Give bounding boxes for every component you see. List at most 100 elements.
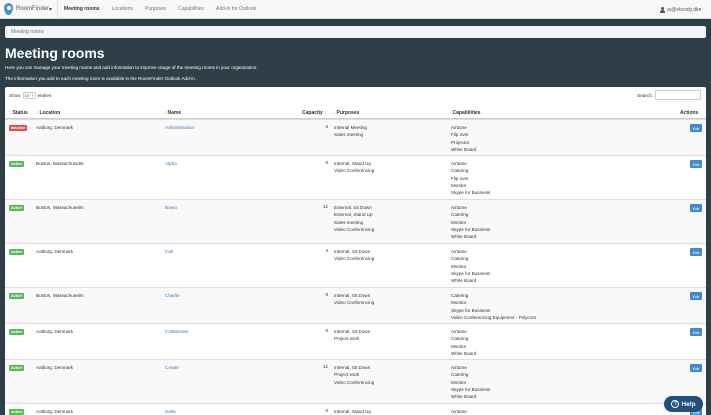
edit-room-button[interactable]: Edit <box>690 292 702 300</box>
room-capacity: 12 <box>322 364 328 369</box>
purpose-item: Internal, Sit Down <box>334 329 371 334</box>
room-capabilities: Airtame Catering Monitor Skype for Business… <box>451 364 490 400</box>
room-capabilities: Airtame Catering Monitor White Board <box>451 328 476 357</box>
room-location: Aalborg, Denmark <box>36 249 74 254</box>
table-row: Active Boston, Massachusetts Bravo 12 Extern… <box>5 199 706 243</box>
entries-label: entries <box>37 93 52 98</box>
status-badge: Active <box>9 249 25 255</box>
capability-item: Catering <box>451 372 469 378</box>
edit-room-button[interactable]: Edit <box>690 160 702 168</box>
room-capacity: 12 <box>322 204 328 209</box>
edit-room-button[interactable]: Edit <box>690 204 702 212</box>
nav-capabilities[interactable]: Capabilities <box>172 0 210 19</box>
capability-item: Airtame <box>451 329 467 334</box>
sort-icon: ↕ <box>333 110 336 116</box>
room-purposes: Internal, Sit Down Project work <box>334 328 370 343</box>
room-name-link[interactable]: Bravo <box>165 204 177 211</box>
user-menu[interactable]: jo@ekcody.dk ▾ <box>660 0 701 19</box>
help-button[interactable]: ? Help <box>664 396 703 412</box>
purpose-item: Video Conferencing <box>334 168 375 174</box>
table-row: Active Aalborg, Denmark Delta 6 Internal, St… <box>5 403 706 415</box>
room-capacity: 6 <box>325 124 328 129</box>
purpose-item: Sales meeting <box>334 132 364 138</box>
column-header-name[interactable]: ↕Name <box>164 110 181 116</box>
room-location: Aalborg, Denmark <box>36 409 74 414</box>
breadcrumb-current: Meeting rooms <box>11 29 45 35</box>
purpose-item: Internal, Sit Down <box>334 293 371 298</box>
room-capacity: 6 <box>325 408 328 413</box>
brand-name: RoomFinder <box>16 6 50 12</box>
room-purposes: Internal, Sit Down Video Conferencing <box>334 292 374 307</box>
edit-room-button[interactable]: Edit <box>690 328 702 336</box>
capability-item: Skype for Business <box>451 386 491 392</box>
help-label: Help <box>681 400 696 408</box>
help-icon: ? <box>671 400 680 408</box>
room-location: Aalborg, Denmark <box>36 329 74 334</box>
sort-icon: ↕ <box>36 110 39 116</box>
show-label: Show <box>9 93 21 98</box>
room-purposes: Internal, Stand UpVideo Conferencing <box>334 408 374 415</box>
purpose-item: Internal, Stand Up <box>334 409 372 414</box>
capability-item: Flip over <box>451 175 469 181</box>
column-header-capacity[interactable]: Capacity ↕ <box>302 110 328 116</box>
capability-item: Projector <box>451 139 470 145</box>
room-name-link[interactable]: Alpha <box>165 160 177 167</box>
entries-length-control: Show 10 ↕ entries <box>9 92 51 99</box>
room-location: Boston, Massachusetts <box>36 205 84 210</box>
column-header-capabilities[interactable]: ↕Capabilities <box>449 110 481 116</box>
capability-item: Airtame <box>451 205 467 210</box>
table-row: Active Aalborg, Denmark Collaborate 6 Intern… <box>5 323 706 359</box>
capability-item: Catering <box>451 336 469 342</box>
table-row: Inactive Aalborg, Denmark Administration 6 I… <box>5 119 706 155</box>
column-header-status[interactable]: ↕Status <box>9 110 28 116</box>
brand-menu[interactable]: RoomFinder ▾ <box>0 0 59 19</box>
capability-item: White Board <box>451 350 477 356</box>
nav-add-in-outlook[interactable]: Add-in for Outlook <box>210 0 262 19</box>
capability-item: Monitor <box>451 219 467 225</box>
table-row: Active Boston, Massachusetts Alpha 6 Interna… <box>5 155 706 199</box>
capability-item: Airtame <box>451 365 467 370</box>
search-input[interactable] <box>655 90 701 100</box>
room-capabilities: Airtame Catering Monitor Skype for Business… <box>451 248 490 284</box>
room-name-link[interactable]: Administration <box>165 124 194 131</box>
column-header-purposes[interactable]: ↕Purposes <box>333 110 359 116</box>
nav-locations[interactable]: Locations <box>106 0 139 19</box>
column-header-location[interactable]: ↕Location <box>36 110 60 116</box>
purpose-item: Video Conferencing <box>334 256 375 262</box>
status-badge: Active <box>9 293 25 299</box>
room-name-link[interactable]: Delta <box>165 408 176 415</box>
capability-item: Catering <box>451 168 469 174</box>
room-name-link[interactable]: Create <box>165 364 179 371</box>
nav-meeting-rooms[interactable]: Meeting rooms <box>58 0 106 19</box>
room-capabilities: Airtame Catering Flip over Monitor Skype for… <box>451 160 490 196</box>
purpose-item: Video Conferencing <box>334 300 375 306</box>
purpose-item: Project work <box>334 336 360 342</box>
page-title: Meeting rooms <box>5 45 105 61</box>
capability-item: Skype for Business <box>451 307 491 313</box>
room-name-link[interactable]: Collaborate <box>165 328 189 335</box>
edit-room-button[interactable]: Edit <box>690 248 702 256</box>
capability-item: Skype for Business <box>451 190 491 196</box>
entries-select[interactable]: 10 ↕ <box>22 92 36 99</box>
capability-item: Flip over <box>451 132 469 138</box>
capability-item: Airtame <box>451 161 467 166</box>
room-name-link[interactable]: Charlie <box>165 292 180 299</box>
table-search: Search: <box>637 90 701 100</box>
room-capabilities: Airtame Flip over Projector White Board <box>451 124 476 153</box>
status-badge: Inactive <box>9 125 28 131</box>
room-capabilities: Catering Monitor Skype for Business Video C… <box>451 292 536 321</box>
capability-item: White Board <box>451 278 477 284</box>
capability-item: Airtame <box>451 409 467 414</box>
nav-purposes[interactable]: Purposes <box>139 0 172 19</box>
capability-item: Monitor <box>451 300 467 306</box>
purpose-item: External, Stand Up <box>334 212 373 218</box>
capability-item: White Board <box>451 234 477 240</box>
capability-item: Skype for Business <box>451 270 491 276</box>
edit-room-button[interactable]: Edit <box>690 364 702 372</box>
chevron-down-icon: ▾ <box>698 6 701 13</box>
edit-room-button[interactable]: Edit <box>690 124 702 132</box>
status-badge: Active <box>9 161 25 167</box>
table-row: Active Aalborg, Denmark Create 12 Internal, … <box>5 359 706 403</box>
sort-icon: ↕ <box>9 110 12 116</box>
room-name-link[interactable]: Call <box>165 248 173 255</box>
